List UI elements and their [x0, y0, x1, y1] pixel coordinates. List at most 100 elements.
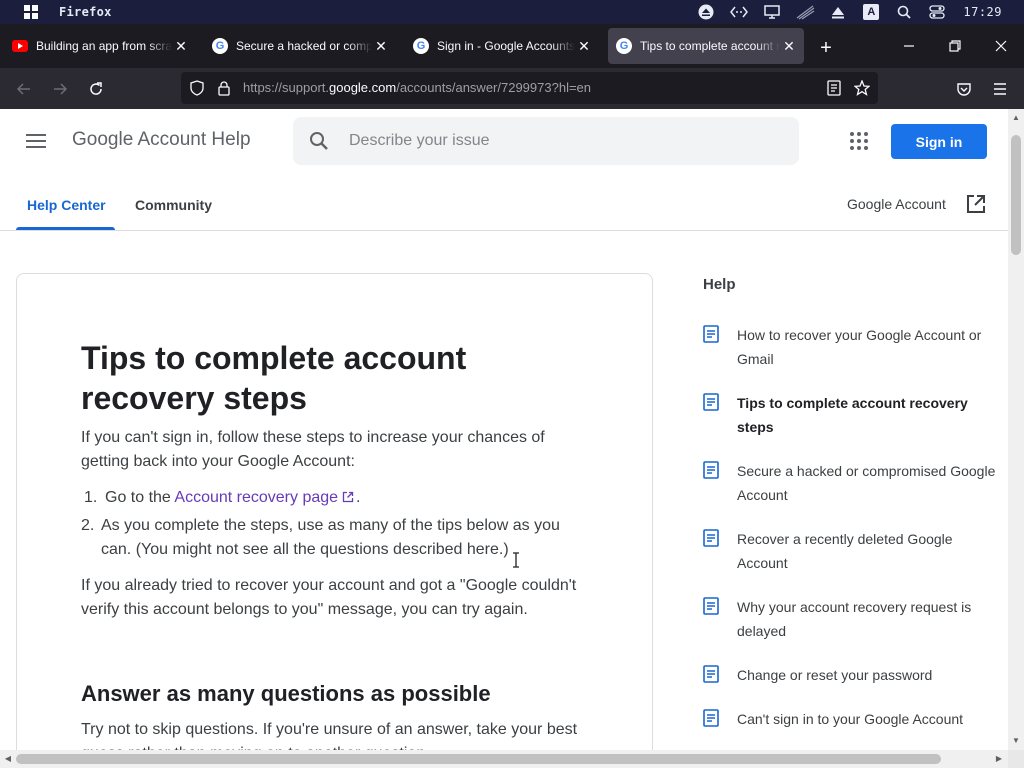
main-menu-button[interactable]	[24, 129, 48, 153]
keyboard-layout-icon[interactable]: A	[860, 0, 882, 24]
sidebar-item[interactable]: How to recover your Google Account or Gm…	[703, 323, 998, 371]
search-input[interactable]	[349, 117, 779, 165]
text-cursor-icon	[513, 552, 519, 568]
sign-in-button[interactable]: Sign in	[891, 124, 987, 159]
clock[interactable]: 17:29	[963, 5, 1002, 19]
forward-button[interactable]	[47, 76, 73, 102]
site-brand[interactable]: Google Account Help	[72, 129, 251, 151]
account-recovery-link[interactable]: Account recovery page	[174, 489, 338, 506]
forward-arrow-icon	[54, 83, 68, 95]
toggle-icon[interactable]	[926, 0, 948, 24]
system-tray: A 17:29	[695, 0, 1024, 24]
article-icon	[703, 529, 719, 547]
code-icon[interactable]	[728, 0, 750, 24]
sidebar-item-label: Can't sign in to your Google Account	[737, 711, 964, 727]
os-taskbar: Firefox A 17:29	[0, 0, 1024, 24]
reload-icon	[90, 82, 102, 95]
article-icon	[703, 597, 719, 615]
active-app-name: Firefox	[59, 5, 112, 19]
lock-icon[interactable]	[215, 79, 233, 97]
tab-community[interactable]: Community	[135, 197, 212, 213]
google-icon: G	[616, 38, 632, 54]
youtube-icon	[12, 38, 28, 54]
bookmark-star-icon[interactable]	[853, 79, 871, 97]
restore-button[interactable]	[939, 34, 971, 58]
screen: Firefox A 17:29 Building an app from scr…	[0, 0, 1024, 768]
window-close-button[interactable]	[985, 34, 1017, 58]
article-icon	[703, 461, 719, 479]
google-account-link[interactable]: Google Account	[847, 196, 946, 212]
article-intro: If you can't sign in, follow these steps…	[81, 429, 545, 470]
browser-tab[interactable]: Building an app from scratch ✕	[8, 28, 194, 64]
close-icon[interactable]: ✕	[172, 37, 190, 55]
close-icon[interactable]: ✕	[780, 37, 798, 55]
browser-toolbar: https://support.google.com/accounts/answ…	[0, 68, 1024, 109]
list-number: 2.	[81, 517, 95, 534]
url-text[interactable]: https://support.google.com/accounts/answ…	[243, 72, 591, 104]
google-apps-button[interactable]	[847, 129, 871, 153]
vertical-scroll-thumb[interactable]	[1011, 135, 1021, 255]
sidebar-item[interactable]: Recover a recently deleted Google Accoun…	[703, 527, 998, 575]
search-icon[interactable]	[893, 0, 915, 24]
scroll-right-arrow-icon[interactable]: ▶	[994, 754, 1004, 764]
site-header: Google Account Help Sign in	[0, 109, 1008, 173]
sidebar-item[interactable]: Can't sign in to your Google Account	[703, 707, 998, 731]
article-card: Tips to complete account recovery steps …	[16, 273, 653, 750]
page-tabs: Help Center Community Google Account	[0, 173, 1008, 231]
article-icon	[703, 709, 719, 727]
eject-icon[interactable]	[695, 0, 717, 24]
windows-start-icon[interactable]	[24, 5, 38, 19]
scroll-left-arrow-icon[interactable]: ◀	[3, 754, 13, 764]
tab-title: Sign in - Google Accounts	[437, 39, 575, 53]
sidebar-item-current[interactable]: Tips to complete account recovery steps	[703, 391, 998, 439]
reload-button[interactable]	[83, 76, 109, 102]
address-bar[interactable]: https://support.google.com/accounts/answ…	[181, 72, 878, 104]
back-arrow-icon	[16, 83, 30, 95]
sidebar-item[interactable]: Change or reset your password	[703, 663, 998, 687]
close-icon[interactable]: ✕	[575, 37, 593, 55]
sidebar-item[interactable]: Why your account recovery request is del…	[703, 595, 998, 643]
step-text: .	[356, 489, 361, 506]
vertical-scrollbar[interactable]: ▲ ▼	[1008, 109, 1024, 750]
article-icon	[703, 665, 719, 683]
horizontal-scroll-thumb[interactable]	[16, 754, 941, 764]
new-tab-button[interactable]: +	[814, 36, 838, 60]
article-title: Tips to complete account recovery steps	[81, 340, 467, 416]
sidebar-item[interactable]: Secure a hacked or compromised Google Ac…	[703, 459, 998, 507]
sidebar-item-label: How to recover your Google Account or Gm…	[737, 327, 982, 367]
pocket-icon	[957, 83, 971, 96]
external-link-icon	[342, 491, 354, 503]
close-icon[interactable]: ✕	[372, 37, 390, 55]
browser-tab-active[interactable]: G Tips to complete account recovery ✕	[608, 28, 804, 64]
sidebar-title: Help	[703, 276, 736, 293]
scroll-down-arrow-icon[interactable]: ▼	[1011, 736, 1021, 746]
horizontal-scrollbar[interactable]: ◀ ▶	[0, 750, 1008, 768]
minimize-button[interactable]	[893, 34, 925, 58]
upload-icon[interactable]	[827, 0, 849, 24]
article-paragraph: If you already tried to recover your acc…	[81, 577, 577, 618]
step-text: Go to the	[105, 489, 171, 506]
app-menu-button[interactable]	[987, 76, 1013, 102]
search-icon[interactable]	[307, 129, 331, 153]
search-box[interactable]	[293, 117, 799, 165]
pocket-button[interactable]	[951, 76, 977, 102]
active-tab-indicator	[16, 227, 115, 230]
google-icon: G	[413, 38, 429, 54]
reader-view-icon[interactable]	[825, 79, 843, 97]
shield-icon[interactable]	[188, 79, 206, 97]
scroll-up-arrow-icon[interactable]: ▲	[1011, 113, 1021, 123]
browser-tab[interactable]: G Secure a hacked or compromised ✕	[206, 28, 394, 64]
google-icon: G	[212, 38, 228, 54]
back-button[interactable]	[11, 76, 37, 102]
browser-tab[interactable]: G Sign in - Google Accounts ✕	[407, 28, 597, 64]
list-item: 1. Go to the Account recovery page.	[81, 486, 591, 510]
network-off-icon[interactable]	[794, 0, 816, 24]
step-text: As you complete the steps, use as many o…	[101, 517, 560, 558]
display-icon[interactable]	[761, 0, 783, 24]
article-icon	[703, 393, 719, 411]
sidebar-list: How to recover your Google Account or Gm…	[703, 323, 998, 750]
section-heading: Answer as many questions as possible	[81, 681, 491, 706]
open-in-new-icon[interactable]	[966, 194, 986, 214]
sidebar-item-label: Tips to complete account recovery steps	[737, 395, 968, 435]
tab-help-center[interactable]: Help Center	[27, 197, 106, 213]
